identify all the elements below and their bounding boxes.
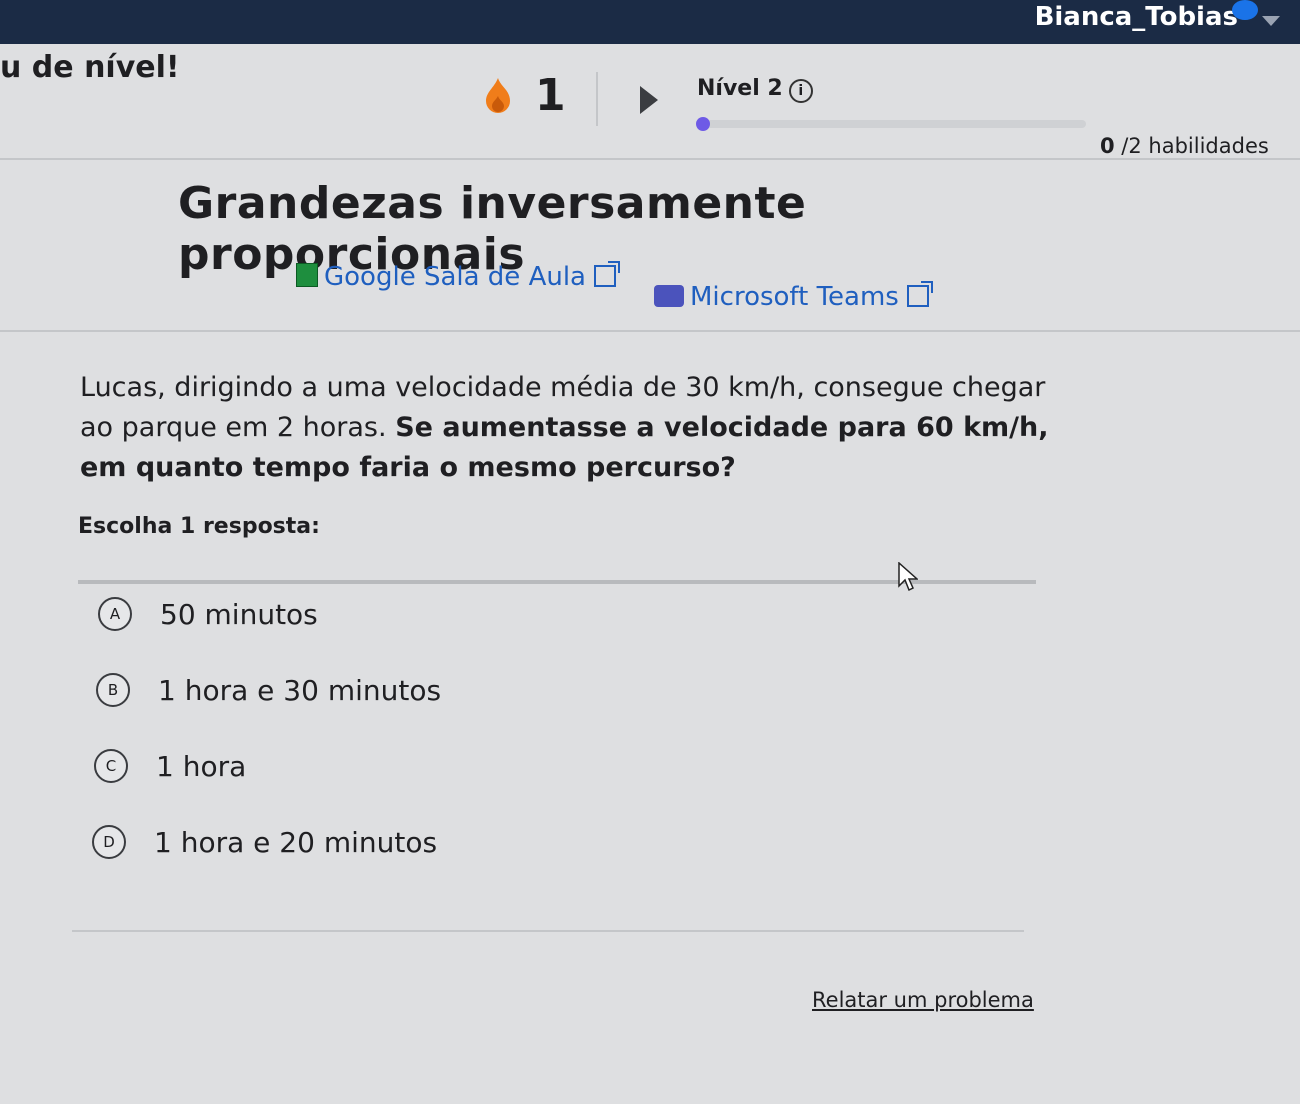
- choice-c[interactable]: C 1 hora: [94, 746, 246, 786]
- divider: [596, 72, 598, 126]
- play-icon[interactable]: [640, 86, 658, 114]
- teams-label: Microsoft Teams: [690, 282, 899, 312]
- external-link-icon: [906, 281, 933, 307]
- level-progress-bar: [696, 117, 1086, 131]
- choice-letter: C: [94, 749, 128, 783]
- choice-a[interactable]: A 50 minutos: [98, 594, 318, 634]
- choice-letter: B: [96, 673, 130, 707]
- level-up-banner: u de nível!: [0, 50, 180, 85]
- google-classroom-link[interactable]: Google Sala de Aula: [296, 261, 620, 292]
- choice-d[interactable]: D 1 hora e 20 minutos: [92, 822, 437, 862]
- choice-text: 1 hora e 30 minutos: [158, 673, 442, 707]
- level-text: Nível 2: [697, 76, 783, 101]
- streak-count: 1: [535, 70, 566, 121]
- classroom-label: Google Sala de Aula: [324, 262, 586, 292]
- username[interactable]: Bianca_Tobias: [1035, 2, 1238, 32]
- info-icon[interactable]: i: [788, 79, 813, 103]
- microsoft-teams-link[interactable]: Microsoft Teams: [654, 281, 933, 312]
- progress-dot: [696, 117, 710, 131]
- google-classroom-icon: [296, 263, 318, 287]
- level-label: Nível 2i: [697, 76, 813, 103]
- choice-text: 50 minutos: [160, 597, 318, 631]
- flame-icon: [486, 78, 510, 113]
- choice-text: 1 hora: [156, 749, 247, 783]
- choices-bottom-divider: [72, 930, 1024, 932]
- choice-b[interactable]: B 1 hora e 30 minutos: [96, 670, 441, 710]
- header-divider: [0, 158, 1300, 160]
- question-text: Lucas, dirigindo a uma velocidade média …: [80, 368, 1080, 488]
- chevron-down-icon[interactable]: [1262, 16, 1280, 26]
- mouse-cursor-icon: [898, 562, 918, 592]
- skills-total: /2 habilidades: [1114, 134, 1269, 158]
- microsoft-teams-icon: [654, 285, 684, 307]
- external-link-icon: [594, 261, 620, 287]
- skills-progress: 0 /2 habilidades: [1100, 134, 1269, 158]
- avatar[interactable]: [1232, 0, 1258, 20]
- title-divider: [0, 330, 1300, 332]
- report-problem-link[interactable]: Relatar um problema: [812, 988, 1034, 1012]
- skills-done: 0: [1100, 134, 1115, 158]
- choice-letter: D: [92, 825, 126, 859]
- choice-text: 1 hora e 20 minutos: [154, 825, 438, 859]
- choices-top-divider: [78, 580, 1036, 584]
- choice-letter: A: [98, 597, 132, 631]
- answer-prompt: Escolha 1 resposta:: [78, 514, 320, 539]
